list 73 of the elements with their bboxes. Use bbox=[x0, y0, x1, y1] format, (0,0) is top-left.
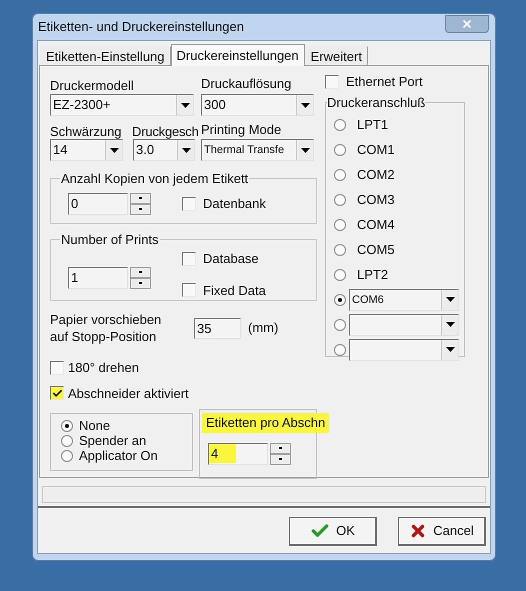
field-label: Ethernet Port bbox=[346, 73, 423, 91]
radio-button[interactable] bbox=[61, 434, 73, 446]
field-label: 180° drehen bbox=[68, 359, 139, 377]
field-value: 4 bbox=[209, 444, 236, 464]
radio-button[interactable] bbox=[61, 420, 73, 432]
field-label: Printing Mode bbox=[201, 121, 282, 138]
spin-down-button[interactable] bbox=[130, 278, 151, 288]
dropdown[interactable]: EZ-2300+ bbox=[50, 94, 194, 116]
checkbox[interactable] bbox=[182, 196, 196, 210]
radio-button[interactable] bbox=[61, 450, 73, 462]
field-label: Datenbank bbox=[203, 194, 266, 213]
ok-button[interactable]: OK bbox=[289, 517, 377, 546]
dropdown[interactable]: Thermal Transfe bbox=[201, 139, 314, 161]
radio-button[interactable] bbox=[334, 118, 346, 130]
checkbox[interactable] bbox=[182, 252, 196, 266]
number-field[interactable]: 0 bbox=[68, 192, 128, 214]
checkbox[interactable] bbox=[50, 386, 64, 400]
field-label: Druckauflösung bbox=[201, 75, 292, 92]
tab[interactable]: Druckereinstellungen bbox=[170, 44, 305, 66]
field-label: Applicator On bbox=[79, 448, 158, 465]
spin-down-button[interactable] bbox=[270, 454, 291, 464]
radio-button[interactable] bbox=[334, 318, 346, 330]
checkbox[interactable] bbox=[50, 360, 64, 375]
field-label: Fixed Data bbox=[203, 282, 266, 300]
field-label: Abschneider aktiviert bbox=[68, 384, 189, 402]
spin-up-button[interactable] bbox=[270, 442, 291, 454]
window-title: Etiketten- und Druckereinstellungen bbox=[38, 18, 244, 36]
dropdown[interactable]: 3.0 bbox=[133, 139, 195, 161]
radio-button[interactable] bbox=[334, 168, 346, 180]
radio-button[interactable] bbox=[334, 294, 346, 306]
field-label: Papier vorschieben auf Stopp-Position bbox=[50, 311, 162, 345]
field-label: Schwärzung bbox=[50, 124, 122, 139]
field-label: COM5 bbox=[357, 240, 395, 259]
close-button[interactable] bbox=[445, 15, 489, 33]
field-label: COM1 bbox=[357, 140, 395, 159]
tab[interactable]: Etiketten-Einstellung bbox=[40, 46, 171, 65]
radio-button[interactable] bbox=[334, 144, 346, 156]
unit-label: (mm) bbox=[248, 319, 278, 338]
spin-up-button[interactable] bbox=[130, 266, 151, 278]
radio-button[interactable] bbox=[334, 244, 346, 256]
dropdown[interactable]: 300 bbox=[201, 94, 314, 116]
cancel-button[interactable]: Cancel bbox=[398, 517, 486, 546]
number-field[interactable]: 35 bbox=[194, 318, 241, 338]
number-field[interactable]: 4 bbox=[208, 442, 268, 464]
close-icon bbox=[461, 18, 473, 30]
spin-down-button[interactable] bbox=[130, 204, 151, 214]
number-field[interactable]: 1 bbox=[68, 266, 128, 288]
radio-button[interactable] bbox=[334, 268, 346, 280]
field-label: LPT1 bbox=[357, 116, 388, 134]
field-label: LPT2 bbox=[357, 266, 388, 284]
group-title: Number of Prints bbox=[60, 230, 160, 248]
field-label: Druckgesch bbox=[132, 124, 199, 139]
field-label: COM3 bbox=[357, 190, 395, 209]
spin-up-button[interactable] bbox=[130, 192, 151, 204]
dropdown[interactable]: 14 bbox=[50, 139, 123, 161]
checkbox[interactable] bbox=[182, 283, 196, 298]
field-label: COM4 bbox=[357, 216, 395, 234]
radio-button[interactable] bbox=[334, 194, 346, 206]
field-label: Druckermodell bbox=[50, 78, 134, 93]
radio-button[interactable] bbox=[334, 218, 346, 230]
group-title: Druckeranschluß bbox=[327, 94, 426, 112]
radio-button[interactable] bbox=[334, 344, 346, 356]
group-title: Anzahl Kopien von jedem Etikett bbox=[60, 170, 250, 188]
field-value: 0 bbox=[70, 194, 80, 213]
field-label: COM2 bbox=[357, 166, 395, 184]
field-label: Database bbox=[203, 250, 259, 268]
checkbox[interactable] bbox=[325, 74, 339, 89]
tab[interactable]: Erweitert bbox=[304, 46, 368, 65]
dropdown[interactable] bbox=[349, 314, 459, 336]
group-title: Etiketten pro Abschn bbox=[202, 413, 330, 432]
field-value: 1 bbox=[70, 268, 80, 287]
dropdown[interactable] bbox=[349, 338, 459, 360]
dropdown[interactable]: COM6 bbox=[349, 288, 459, 310]
